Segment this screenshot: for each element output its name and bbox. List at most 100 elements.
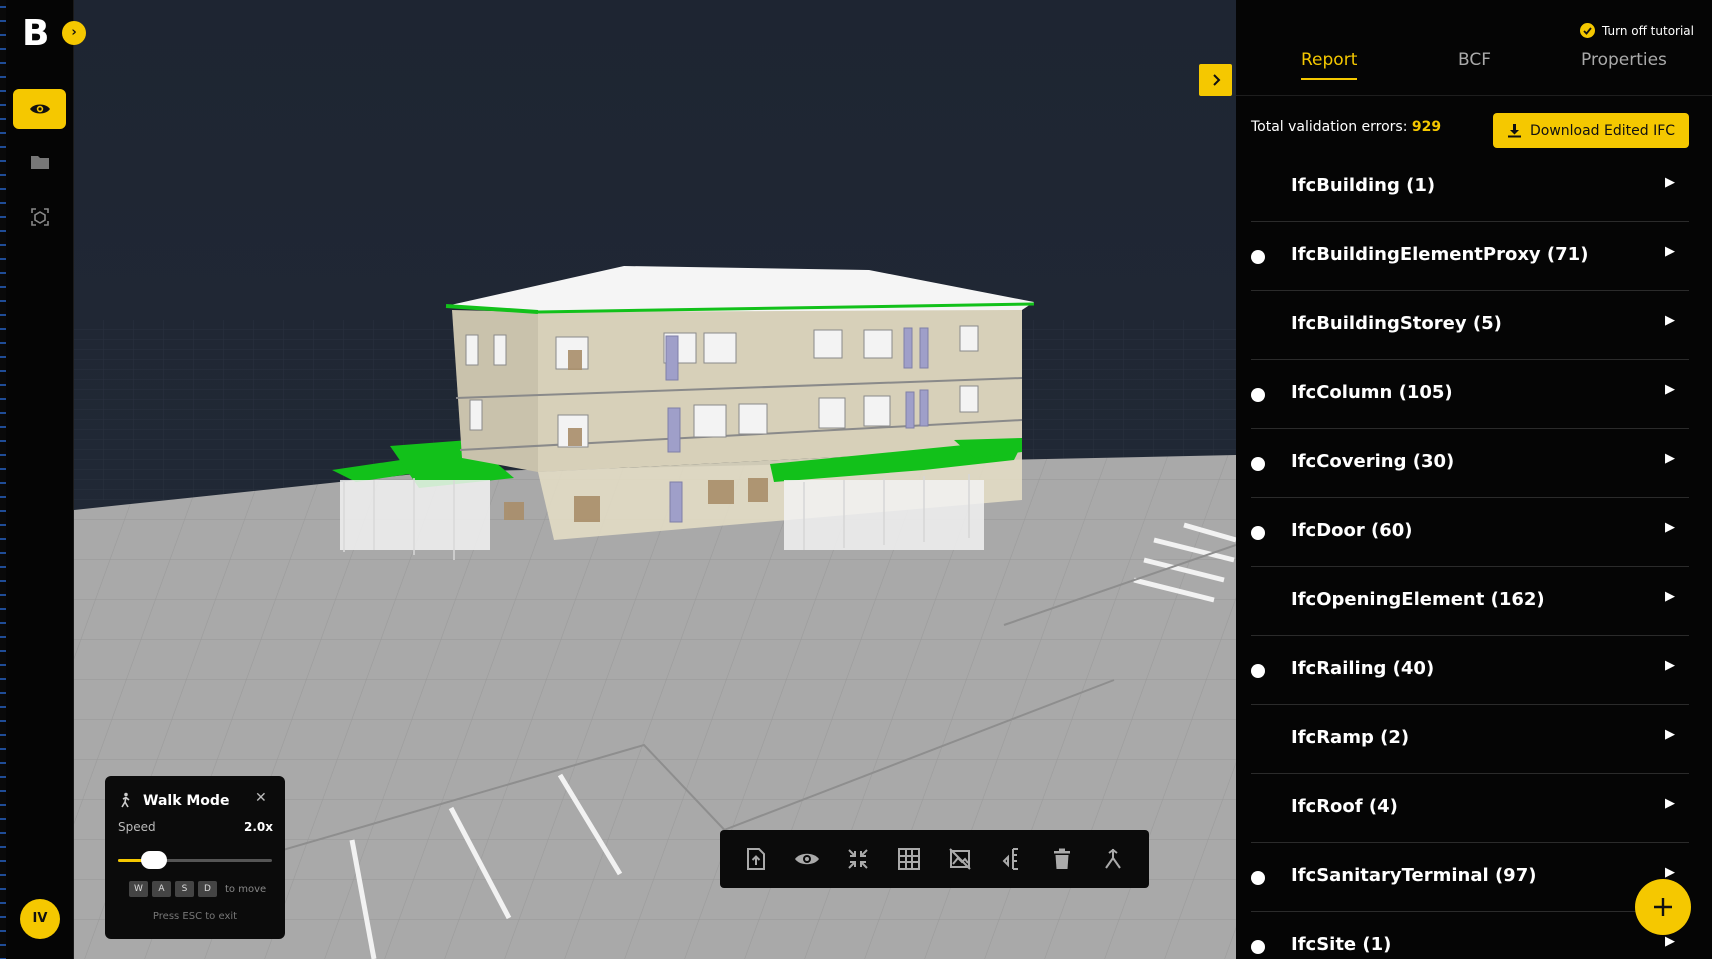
walk-icon xyxy=(121,792,130,808)
caret-right-icon[interactable]: ▶ xyxy=(1665,313,1675,328)
sidebar-item-visibility[interactable] xyxy=(13,89,66,129)
list-item[interactable]: IfcBuildingStorey (5) ▶ xyxy=(1251,291,1689,360)
speed-label: Speed xyxy=(118,820,156,834)
left-sidebar: B IV xyxy=(0,0,74,959)
list-item[interactable]: IfcColumn (105) ▶ xyxy=(1251,360,1689,429)
tab-bcf[interactable]: BCF xyxy=(1458,50,1491,70)
caret-right-icon[interactable]: ▶ xyxy=(1665,175,1675,190)
user-avatar[interactable]: IV xyxy=(20,899,60,939)
list-item[interactable]: IfcDoor (60) ▶ xyxy=(1251,498,1689,567)
toolbar-hide-selection-button[interactable] xyxy=(940,839,980,879)
hide-image-icon xyxy=(949,848,971,870)
list-item-label: IfcSanitaryTerminal (97) xyxy=(1291,865,1537,886)
viewer-toolbar xyxy=(720,830,1149,888)
speed-slider-thumb[interactable] xyxy=(141,851,168,869)
toolbar-fit-view-button[interactable] xyxy=(838,839,878,879)
caret-right-icon[interactable]: ▶ xyxy=(1665,451,1675,466)
walk-icon xyxy=(1105,848,1122,869)
sidebar-item-files[interactable] xyxy=(13,142,66,182)
tab-bcf-label: BCF xyxy=(1458,50,1492,70)
toolbar-upload-button[interactable] xyxy=(736,839,776,879)
error-indicator-dot xyxy=(1251,526,1265,540)
validation-summary: Total validation errors: 929 xyxy=(1251,119,1441,135)
sidebar-item-model-tree[interactable] xyxy=(13,197,66,237)
list-item-label: IfcSite (1) xyxy=(1291,934,1392,955)
key-s: S xyxy=(175,881,194,897)
chevron-right-icon: › xyxy=(71,25,77,40)
folder-icon xyxy=(30,156,49,169)
error-indicator-dot xyxy=(1251,871,1265,885)
error-indicator-dot xyxy=(1251,250,1265,264)
download-ifc-button[interactable]: Download Edited IFC xyxy=(1493,113,1689,148)
close-icon[interactable]: ✕ xyxy=(255,790,267,806)
list-item[interactable]: IfcRailing (40) ▶ xyxy=(1251,636,1689,705)
caret-right-icon[interactable]: ▶ xyxy=(1665,934,1675,949)
tutorial-toggle[interactable]: Turn off tutorial xyxy=(1580,23,1694,38)
list-item-label: IfcBuildingElementProxy (71) xyxy=(1291,244,1589,265)
list-item[interactable]: IfcOpeningElement (162) ▶ xyxy=(1251,567,1689,636)
key-w: W xyxy=(129,881,148,897)
walk-mode-title: Walk Mode xyxy=(143,793,230,809)
file-upload-icon xyxy=(746,848,765,870)
list-item-label: IfcColumn (105) xyxy=(1291,382,1453,403)
list-item[interactable]: IfcSanitaryTerminal (97) ▶ xyxy=(1251,843,1689,912)
tab-properties[interactable]: Properties xyxy=(1581,50,1667,70)
chevron-right-icon xyxy=(1212,74,1220,86)
caret-right-icon[interactable]: ▶ xyxy=(1665,589,1675,604)
toolbar-measure-button[interactable] xyxy=(991,839,1031,879)
list-item[interactable]: IfcRoof (4) ▶ xyxy=(1251,774,1689,843)
panel-tabs: Report BCF Properties xyxy=(1236,48,1712,96)
toolbar-visibility-button[interactable] xyxy=(787,839,827,879)
collapse-arrows-icon xyxy=(848,849,868,869)
esc-hint: Press ESC to exit xyxy=(152,911,238,922)
caret-right-icon[interactable]: ▶ xyxy=(1665,658,1675,673)
eye-icon xyxy=(794,853,819,865)
measure-icon xyxy=(1002,848,1019,870)
toolbar-grid-button[interactable] xyxy=(889,839,929,879)
summary-label: Total validation errors: xyxy=(1251,119,1408,135)
cube-scan-icon xyxy=(30,208,49,226)
list-item-label: IfcDoor (60) xyxy=(1291,520,1413,541)
list-item[interactable]: IfcBuilding (1) ▶ xyxy=(1251,153,1689,222)
eye-icon xyxy=(29,104,50,114)
error-list: IfcBuilding (1) ▶ IfcBuildingElementProxy … xyxy=(1251,153,1689,959)
tab-report[interactable]: Report xyxy=(1301,50,1358,80)
list-item-label: IfcRoof (4) xyxy=(1291,796,1398,817)
download-label: Download Edited IFC xyxy=(1529,122,1676,139)
list-item[interactable]: IfcSite (1) ▶ xyxy=(1251,912,1689,959)
list-item[interactable]: IfcCovering (30) ▶ xyxy=(1251,429,1689,498)
caret-right-icon[interactable]: ▶ xyxy=(1665,727,1675,742)
list-item-label: IfcBuilding (1) xyxy=(1291,175,1436,196)
caret-right-icon[interactable]: ▶ xyxy=(1665,520,1675,535)
caret-right-icon[interactable]: ▶ xyxy=(1665,865,1675,880)
expand-sidebar-button[interactable]: › xyxy=(62,21,86,45)
key-a: A xyxy=(152,881,171,897)
app-logo: B xyxy=(22,13,50,54)
toolbar-walk-button[interactable] xyxy=(1093,839,1133,879)
error-indicator-dot xyxy=(1251,664,1265,678)
summary-value: 929 xyxy=(1411,119,1442,135)
toolbar-delete-button[interactable] xyxy=(1042,839,1082,879)
trash-icon xyxy=(1054,848,1071,869)
add-button[interactable] xyxy=(1635,879,1691,935)
report-panel: Turn off tutorial Report BCF Properties … xyxy=(1236,0,1712,959)
keys-hint: to move xyxy=(225,883,267,895)
tab-active-indicator xyxy=(1301,78,1358,80)
tutorial-checkbox[interactable] xyxy=(1580,23,1595,38)
check-icon xyxy=(1583,26,1592,35)
tab-report-label: Report xyxy=(1301,50,1358,70)
list-item[interactable]: IfcBuildingElementProxy (71) ▶ xyxy=(1251,222,1689,291)
list-item-label: IfcOpeningElement (162) xyxy=(1291,589,1545,610)
collapse-panel-button[interactable] xyxy=(1199,64,1232,96)
caret-right-icon[interactable]: ▶ xyxy=(1665,796,1675,811)
sidebar-edge xyxy=(0,0,6,959)
walk-mode-panel: Walk Mode ✕ Speed 2.0x W A S D to move P… xyxy=(105,776,285,939)
key-d: D xyxy=(198,881,217,897)
list-item[interactable]: IfcRamp (2) ▶ xyxy=(1251,705,1689,774)
list-item-label: IfcRamp (2) xyxy=(1291,727,1410,748)
caret-right-icon[interactable]: ▶ xyxy=(1665,382,1675,397)
list-item-label: IfcBuildingStorey (5) xyxy=(1291,313,1502,334)
3d-viewport[interactable]: Walk Mode ✕ Speed 2.0x W A S D to move P… xyxy=(74,0,1236,959)
list-item-label: IfcRailing (40) xyxy=(1291,658,1435,679)
caret-right-icon[interactable]: ▶ xyxy=(1665,244,1675,259)
